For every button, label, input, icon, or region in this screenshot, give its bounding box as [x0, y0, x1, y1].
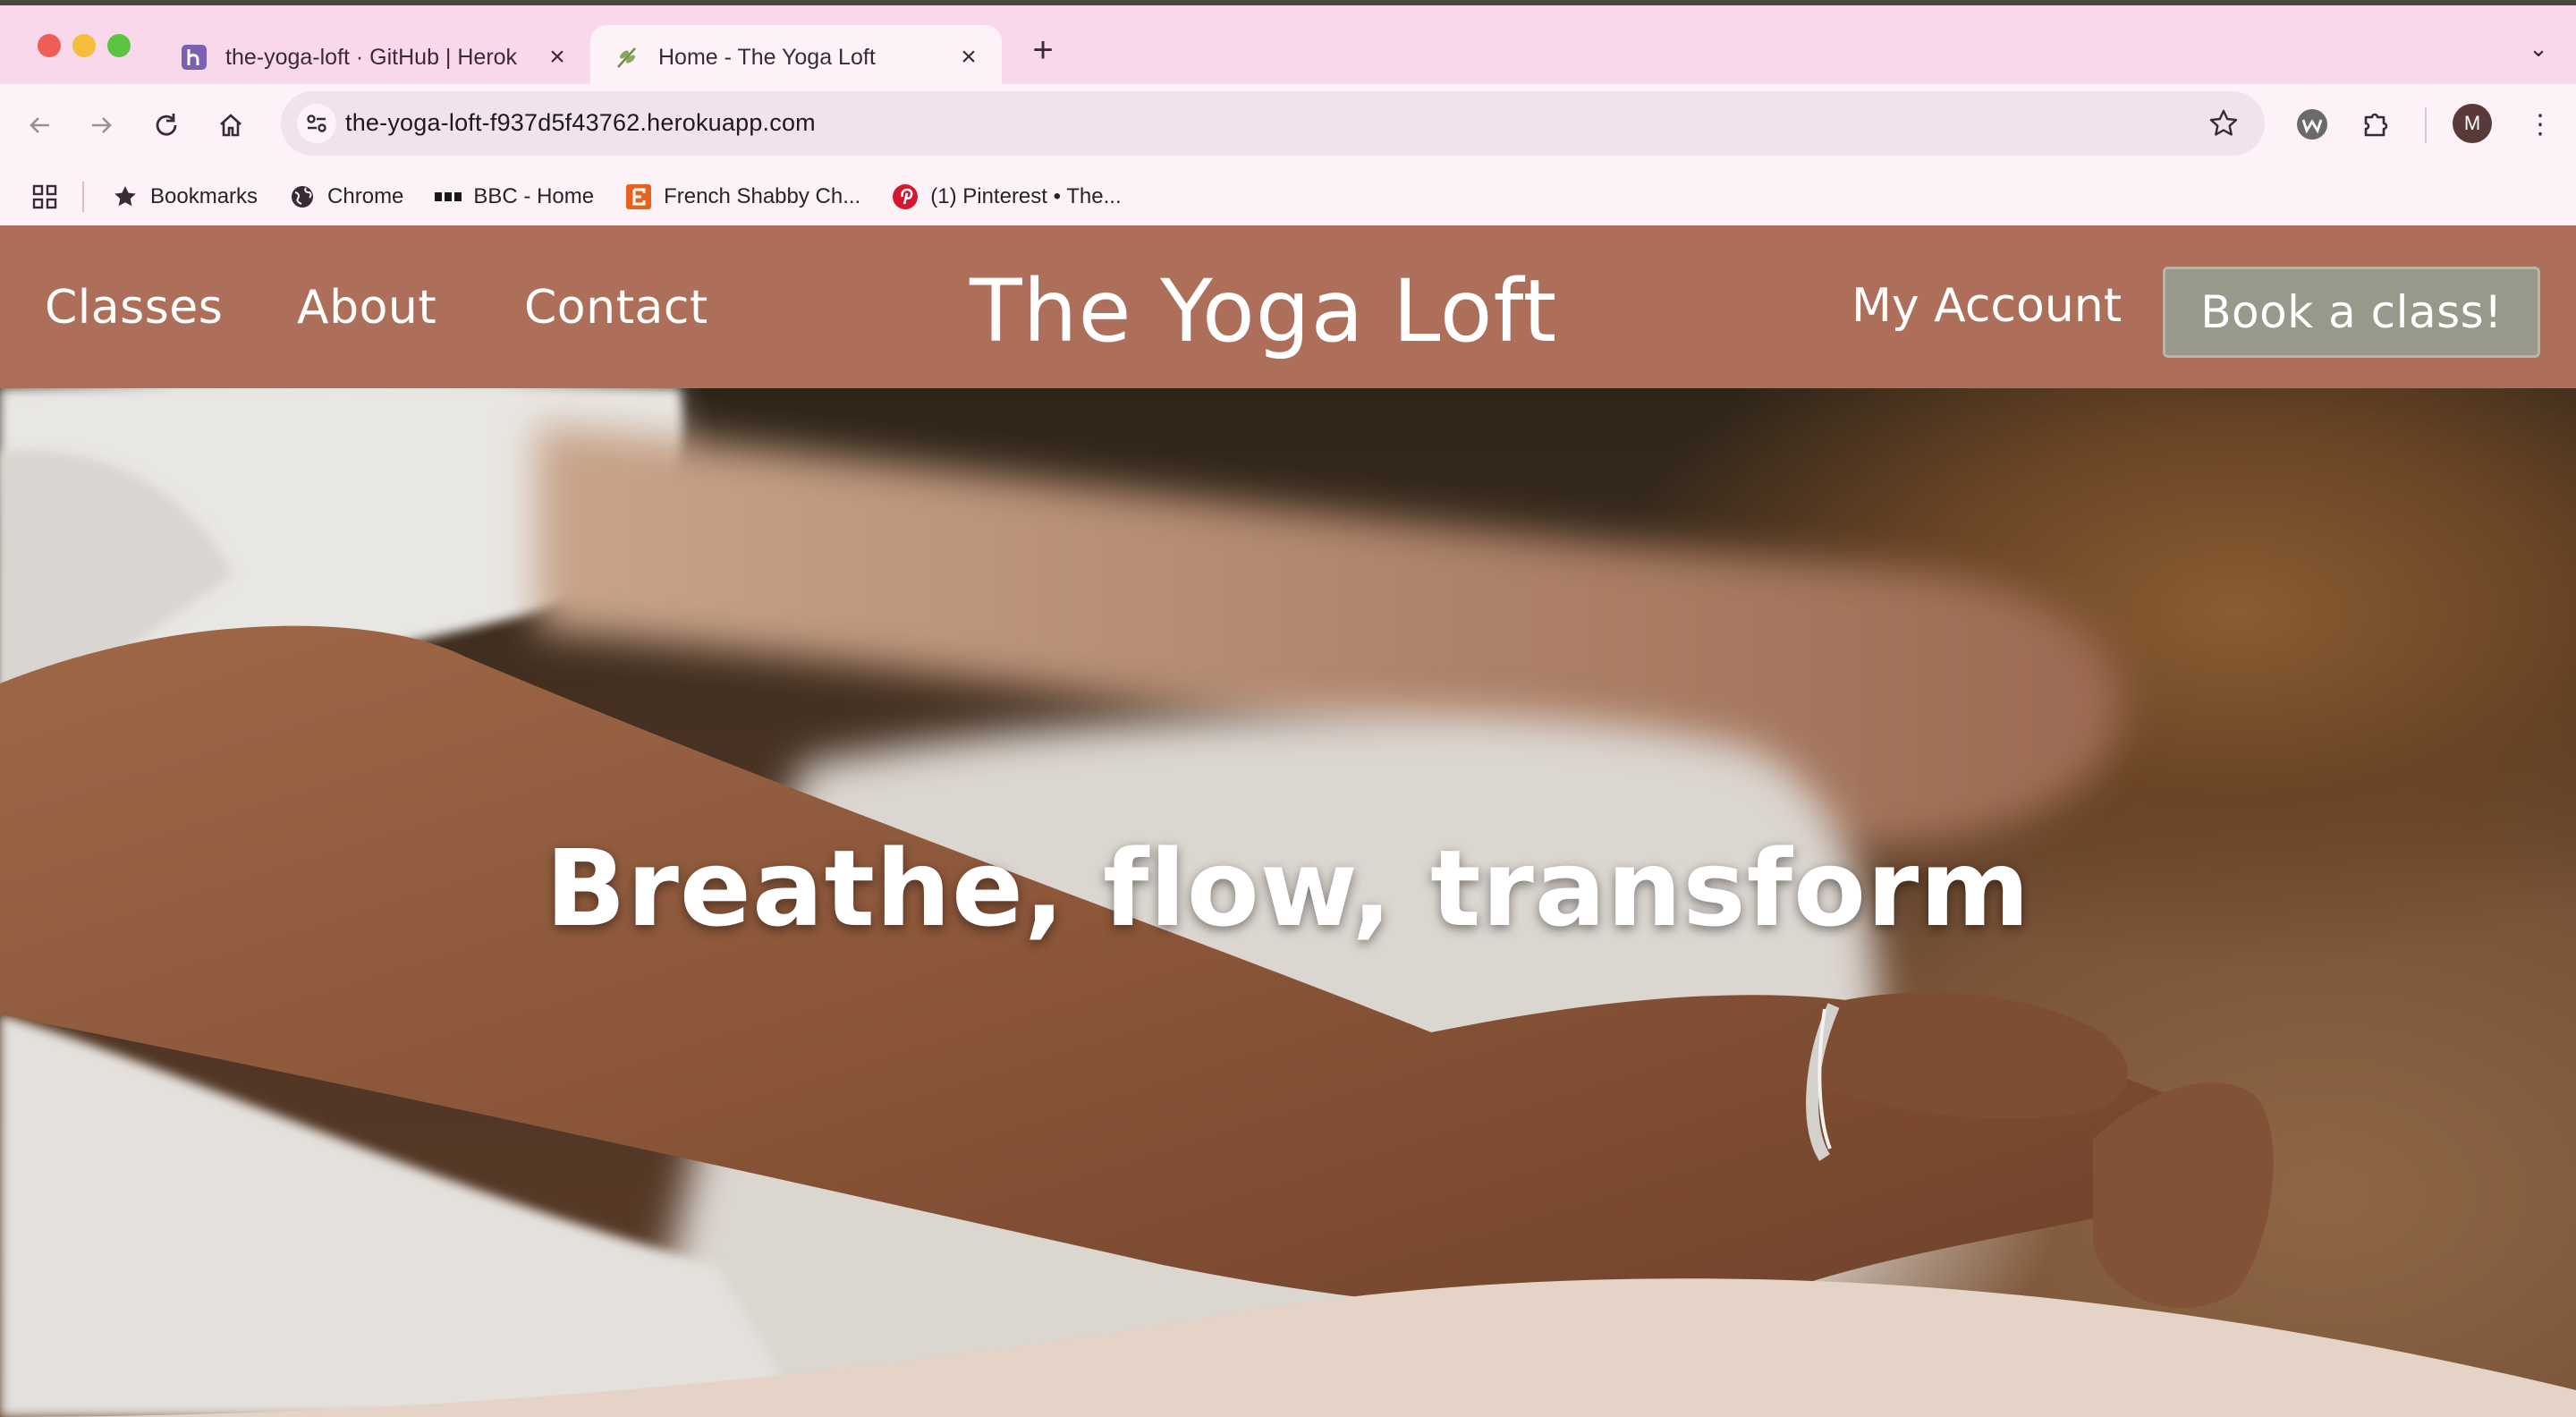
site-settings-icon[interactable]	[297, 104, 336, 143]
bookmarks-bar: Bookmarks Chrome BBC - Home French Shabb…	[0, 170, 2576, 224]
bookmarks-divider	[82, 182, 84, 212]
heroku-icon	[181, 44, 208, 71]
etsy-icon	[624, 182, 653, 211]
address-bar[interactable]: the-yoga-loft-f937d5f43762.herokuapp.com	[281, 91, 2265, 156]
extension-w-icon[interactable]	[2292, 104, 2333, 145]
nav-about-link[interactable]: About	[297, 281, 436, 335]
home-button[interactable]	[211, 106, 250, 145]
tab-search-chevron-icon[interactable]: ⌄	[2521, 30, 2556, 66]
tab-title: the-yoga-loft · GitHub | Herok	[225, 44, 518, 70]
bookmark-item[interactable]: Chrome	[288, 182, 403, 211]
pinterest-icon	[891, 182, 919, 211]
new-tab-button[interactable]: +	[1025, 32, 1061, 68]
bookmark-label: Chrome	[327, 184, 404, 208]
tab-strip: the-yoga-loft · GitHub | Herok × Home - …	[0, 0, 2576, 89]
url-text: the-yoga-loft-f937d5f43762.herokuapp.com	[345, 109, 816, 136]
back-button[interactable]	[20, 106, 59, 145]
bookmark-label: (1) Pinterest • The...	[930, 184, 1122, 208]
close-window-button[interactable]	[38, 34, 61, 57]
bookmark-star-icon[interactable]	[2206, 106, 2241, 141]
hero-section: Breathe, flow, transform	[0, 388, 2576, 1417]
close-tab-icon[interactable]: ×	[955, 44, 982, 71]
forward-button[interactable]	[82, 106, 122, 145]
bookmark-item[interactable]: (1) Pinterest • The...	[891, 182, 1122, 211]
profile-avatar[interactable]: M	[2453, 104, 2492, 143]
maximize-window-button[interactable]	[107, 34, 131, 57]
reload-icon	[156, 114, 177, 136]
bookmark-label: BBC - Home	[473, 184, 595, 208]
bookmark-label: Bookmarks	[150, 184, 258, 208]
tab-title: Home - The Yoga Loft	[658, 44, 876, 70]
browser-menu-icon[interactable]: ⋮	[2522, 106, 2558, 145]
minimize-window-button[interactable]	[72, 34, 96, 57]
tab-home[interactable]: Home - The Yoga Loft ×	[590, 25, 1002, 89]
toolbar-divider	[2425, 107, 2427, 143]
reload-button[interactable]	[147, 106, 186, 145]
site-logo-title[interactable]: The Yoga Loft	[970, 261, 1557, 361]
extensions-puzzle-icon[interactable]	[2356, 104, 2397, 145]
close-tab-icon[interactable]: ×	[544, 44, 571, 71]
bookmark-label: French Shabby Ch...	[664, 184, 861, 208]
tab-github[interactable]: the-yoga-loft · GitHub | Herok ×	[157, 25, 590, 89]
forward-arrow-icon	[92, 117, 112, 133]
nav-classes-link[interactable]: Classes	[45, 281, 223, 335]
bookmark-item[interactable]: French Shabby Ch...	[624, 182, 860, 211]
site-header: Classes About Contact The Yoga Loft My A…	[0, 225, 2576, 388]
bookmark-item[interactable]: Bookmarks	[111, 182, 258, 211]
globe-icon	[288, 182, 317, 211]
back-arrow-icon	[30, 117, 49, 133]
my-account-link[interactable]: My Account	[1852, 279, 2122, 333]
star-icon	[111, 182, 140, 211]
browser-toolbar: the-yoga-loft-f937d5f43762.herokuapp.com…	[0, 84, 2576, 243]
hero-wave-divider	[0, 1278, 2576, 1417]
leaf-icon	[614, 44, 640, 71]
apps-grid-icon[interactable]	[30, 182, 59, 211]
home-icon	[220, 114, 242, 137]
book-class-button[interactable]: Book a class!	[2163, 267, 2540, 358]
nav-contact-link[interactable]: Contact	[524, 281, 708, 335]
bookmark-item[interactable]: BBC - Home	[434, 182, 594, 211]
bbc-icon	[434, 182, 462, 211]
